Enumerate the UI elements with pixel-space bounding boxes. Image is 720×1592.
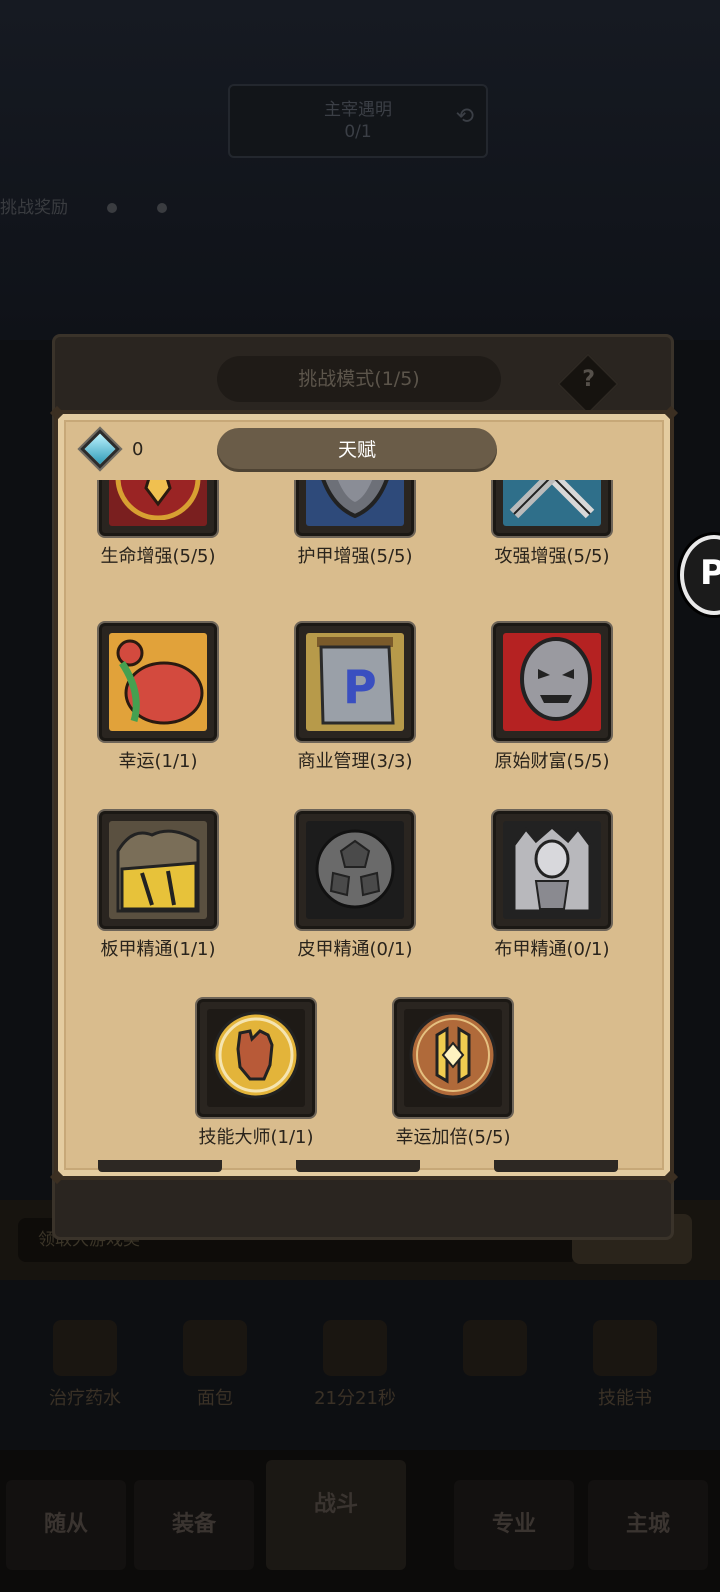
talent-label: 幸运(1/1) [118, 751, 198, 772]
talent-frame [296, 811, 414, 929]
panel-tab-hint [494, 1160, 618, 1172]
talent-skillmaster[interactable]: 技能大师(1/1) [181, 999, 331, 1149]
bottom-nav: 随从 装备 战斗 专业 主城 [0, 1450, 720, 1592]
item-skillbook: 技能书 [570, 1320, 680, 1410]
panel-tab-hint [296, 1160, 420, 1172]
shield-icon [306, 480, 404, 526]
talent-label: 幸运加倍(5/5) [395, 1127, 511, 1148]
swap-arrows-icon: ⟲ [455, 104, 474, 129]
talent-frame [197, 999, 315, 1117]
bread-icon [183, 1320, 247, 1376]
challenge-mode-title: 挑战模式(1/5) [217, 356, 501, 402]
quest-banner: 主宰遇明 0/1 ⟲ [228, 84, 488, 158]
talent-frame [99, 480, 217, 536]
talent-grid[interactable]: 生命增强(5/5) 护甲增强(5/5) 攻强增强(5/5) 幸运(1/1) P [58, 480, 662, 1170]
cloth-armor-icon [503, 821, 601, 919]
side-round-button[interactable]: P [680, 535, 720, 615]
background-scene [0, 0, 720, 340]
diamond-gem-icon [80, 429, 120, 469]
item-potion-label: 治疗药水 [49, 1388, 121, 1409]
nav-tab-city: 主城 [588, 1480, 708, 1570]
talent-frame: P [296, 623, 414, 741]
plate-armor-icon [109, 821, 207, 919]
skull-mask-icon [503, 633, 601, 731]
potion-icon [53, 1320, 117, 1376]
talent-plate[interactable]: 板甲精通(1/1) [83, 811, 233, 961]
talent-frame [296, 480, 414, 536]
item-potion: 治疗药水 [30, 1320, 140, 1410]
panel-tab-hint [98, 1160, 222, 1172]
reward-text: 挑战奖励 [0, 198, 68, 218]
talent-label: 板甲精通(1/1) [100, 939, 216, 960]
talent-commerce[interactable]: P 商业管理(3/3) [280, 623, 430, 773]
talent-label: 攻强增强(5/5) [494, 546, 610, 567]
reward-dot-icon [107, 203, 118, 213]
talent-label: 护甲增强(5/5) [297, 546, 413, 567]
talent-frame [99, 623, 217, 741]
talent-luck[interactable]: 幸运(1/1) [83, 623, 233, 773]
talent-frame [493, 480, 611, 536]
item-skillbook-label: 技能书 [598, 1388, 652, 1409]
talent-label: 皮甲精通(0/1) [297, 939, 413, 960]
talent-hp[interactable]: 生命增强(5/5) [83, 480, 233, 568]
talent-label: 技能大师(1/1) [198, 1127, 314, 1148]
talent-frame [99, 811, 217, 929]
talent-attack[interactable]: 攻强增强(5/5) [477, 480, 627, 568]
chest-icon [323, 1320, 387, 1376]
nav-tab-followers: 随从 [6, 1480, 126, 1570]
quest-banner-progress: 0/1 [344, 122, 372, 142]
svg-text:P: P [343, 660, 377, 714]
talent-armor[interactable]: 护甲增强(5/5) [280, 480, 430, 568]
gem-count: 0 [132, 438, 144, 460]
gem-counter: 0 [80, 429, 144, 469]
nav-tab-equipment: 装备 [134, 1480, 254, 1570]
talent-label: 生命增强(5/5) [100, 546, 216, 567]
fist-medallion-icon [207, 1009, 305, 1107]
item-bread-label: 面包 [197, 1388, 233, 1409]
question-icon: ? [582, 367, 596, 393]
talent-frame [493, 623, 611, 741]
background-item-row: 治疗药水 面包 21分21秒 技能书 [0, 1300, 720, 1440]
money-bag-icon [109, 633, 207, 731]
item-locked [440, 1320, 550, 1384]
nav-tab-battle: 战斗 [266, 1460, 406, 1570]
talent-frame [394, 999, 512, 1117]
talent-luckdouble[interactable]: 幸运加倍(5/5) [378, 999, 528, 1149]
talent-label: 商业管理(3/3) [297, 751, 413, 772]
reward-dot-icon [156, 203, 167, 213]
lock-icon [463, 1320, 527, 1376]
talent-panel-title: 天赋 [217, 428, 497, 472]
banner-scroll-icon: P [306, 633, 404, 731]
talent-wealth[interactable]: 原始财富(5/5) [477, 623, 627, 773]
talent-frame [493, 811, 611, 929]
coin-medallion-icon [404, 1009, 502, 1107]
talent-label: 原始财富(5/5) [494, 751, 610, 772]
nav-tab-profession: 专业 [454, 1480, 574, 1570]
side-button-glyph: P [700, 553, 720, 593]
reward-row: 挑战奖励 [0, 193, 167, 218]
book-icon [593, 1320, 657, 1376]
crossed-swords-icon [503, 480, 601, 526]
item-timer: 21分21秒 [300, 1320, 410, 1410]
blood-drop-icon [109, 480, 207, 526]
quest-banner-title: 主宰遇明 [324, 100, 392, 120]
item-bread: 面包 [160, 1320, 270, 1410]
talent-label: 布甲精通(0/1) [494, 939, 610, 960]
talent-leather[interactable]: 皮甲精通(0/1) [280, 811, 430, 961]
leather-armor-icon [306, 821, 404, 919]
talent-cloth[interactable]: 布甲精通(0/1) [477, 811, 627, 961]
item-timer-label: 21分21秒 [314, 1388, 396, 1409]
